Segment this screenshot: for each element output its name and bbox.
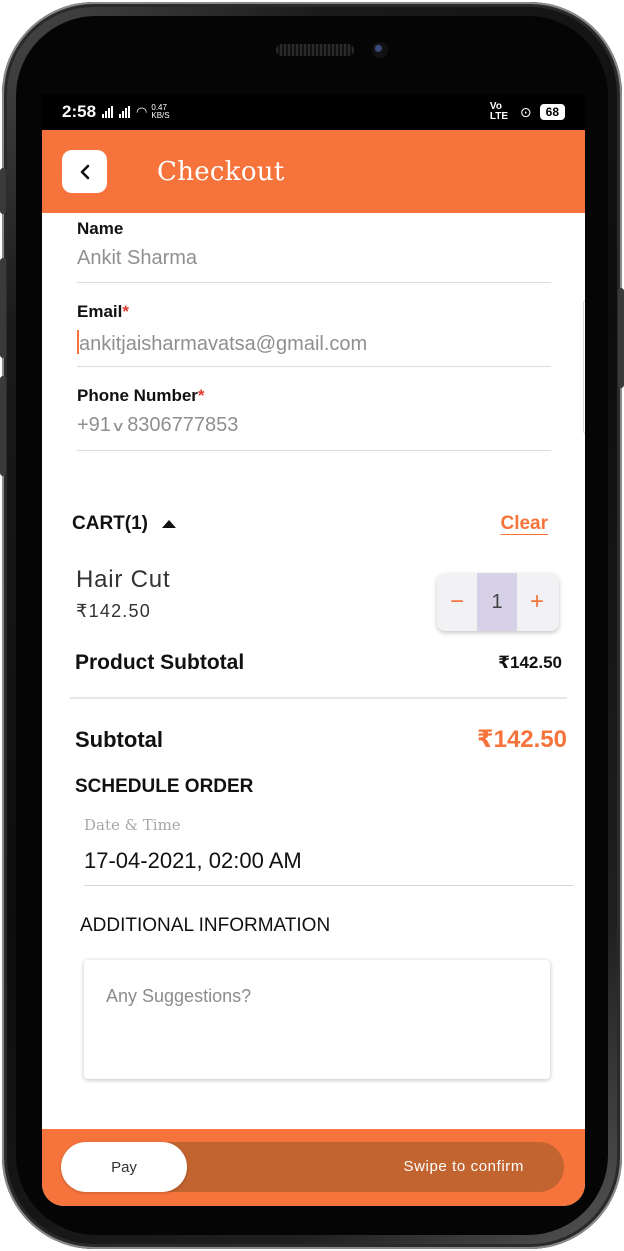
phone-value: 8306777853 bbox=[127, 414, 239, 436]
required-marker: * bbox=[197, 386, 205, 405]
network-speed-unit: KB/S bbox=[151, 111, 170, 120]
page-title: Checkout bbox=[157, 156, 285, 187]
phone-field[interactable]: Phone Number* +91∨8306777853 bbox=[77, 386, 551, 451]
network-speed: 0.47 KB/S bbox=[151, 104, 169, 120]
additional-info-title: ADDITIONAL INFORMATION bbox=[80, 915, 331, 936]
alarm-icon: ⊙ bbox=[519, 103, 532, 120]
chevron-left-icon bbox=[80, 164, 89, 179]
signal-icon bbox=[102, 106, 114, 118]
status-bar: 2:58 ◠ 0.47 KB/S Vo LTE ⊙ 68 bbox=[42, 94, 585, 130]
volume-up-button bbox=[0, 168, 6, 214]
cart-item-name: Hair Cut bbox=[76, 566, 171, 593]
signal-icon-2 bbox=[119, 106, 131, 118]
date-time-label: Date & Time bbox=[84, 816, 181, 834]
phone-underline bbox=[77, 450, 551, 451]
schedule-title: SCHEDULE ORDER bbox=[75, 776, 254, 797]
date-underline bbox=[84, 885, 573, 886]
swipe-track[interactable]: Pay Swipe to confirm bbox=[61, 1142, 564, 1192]
email-input[interactable]: ankitjaisharmavatsa@gmail.com bbox=[77, 330, 551, 356]
cart-item-price: ₹142.50 bbox=[76, 601, 151, 621]
subtotal-value: ₹142.50 bbox=[476, 726, 567, 753]
name-value[interactable]: Ankit Sharma bbox=[77, 247, 551, 270]
caret-up-icon[interactable] bbox=[162, 520, 176, 528]
product-subtotal-value: ₹142.50 bbox=[498, 653, 562, 672]
email-underline bbox=[77, 366, 551, 367]
phone-label: Phone Number* bbox=[77, 386, 551, 406]
app-header: Checkout bbox=[42, 130, 585, 213]
name-label: Name bbox=[77, 219, 124, 238]
cart-title[interactable]: CART(1) bbox=[72, 513, 148, 535]
quantity-value: 1 bbox=[477, 573, 517, 631]
country-code[interactable]: +91 bbox=[77, 414, 111, 436]
name-field[interactable]: Name Ankit Sharma bbox=[77, 219, 551, 283]
phone-input[interactable]: +91∨8306777853 bbox=[77, 414, 551, 437]
pay-swipe-handle[interactable]: Pay bbox=[61, 1142, 187, 1192]
bottom-bar: Pay Swipe to confirm bbox=[42, 1129, 585, 1206]
increment-button[interactable]: + bbox=[517, 573, 557, 631]
status-right-group: Vo LTE ⊙ 68 bbox=[490, 102, 565, 122]
cart-header: CART(1) Clear bbox=[72, 513, 548, 535]
email-value: ankitjaisharmavatsa@gmail.com bbox=[79, 333, 368, 355]
power-button bbox=[618, 288, 624, 388]
status-time: 2:58 bbox=[62, 102, 97, 121]
phone-frame: 2:58 ◠ 0.47 KB/S Vo LTE ⊙ 68 Checkout Na… bbox=[2, 2, 622, 1249]
front-camera-icon bbox=[372, 42, 388, 58]
decrement-button[interactable]: − bbox=[437, 573, 477, 631]
volte-icon: Vo LTE bbox=[489, 101, 509, 122]
volume-down-button bbox=[0, 258, 6, 358]
product-subtotal-row: Product Subtotal ₹142.50 bbox=[75, 651, 562, 675]
email-label: Email* bbox=[77, 302, 551, 322]
name-underline bbox=[77, 282, 551, 283]
email-label-text: Email bbox=[77, 302, 123, 321]
subtotal-row: Subtotal ₹142.50 bbox=[75, 725, 567, 754]
subtotal-label: Subtotal bbox=[75, 726, 163, 752]
scrollbar[interactable] bbox=[583, 300, 585, 434]
required-marker: * bbox=[122, 302, 129, 321]
battery-icon: 68 bbox=[539, 104, 565, 120]
clear-cart-link[interactable]: Clear bbox=[500, 513, 548, 535]
suggestions-textarea[interactable]: Any Suggestions? bbox=[84, 960, 550, 1079]
silent-switch bbox=[0, 376, 6, 476]
date-time-input[interactable]: 17-04-2021, 02:00 AM bbox=[84, 848, 302, 874]
back-button[interactable] bbox=[62, 150, 107, 193]
wifi-icon: ◠ bbox=[136, 104, 148, 119]
chevron-down-icon[interactable]: ∨ bbox=[111, 418, 125, 435]
divider bbox=[70, 697, 567, 699]
email-field[interactable]: Email* ankitjaisharmavatsa@gmail.com bbox=[77, 302, 551, 367]
speaker-grille bbox=[276, 44, 354, 56]
phone-label-text: Phone Number bbox=[77, 386, 198, 405]
product-subtotal-label: Product Subtotal bbox=[75, 651, 245, 674]
app-screen: 2:58 ◠ 0.47 KB/S Vo LTE ⊙ 68 Checkout Na… bbox=[42, 94, 585, 1206]
swipe-hint: Swipe to confirm bbox=[403, 1158, 524, 1175]
quantity-stepper: − 1 + bbox=[437, 573, 559, 631]
